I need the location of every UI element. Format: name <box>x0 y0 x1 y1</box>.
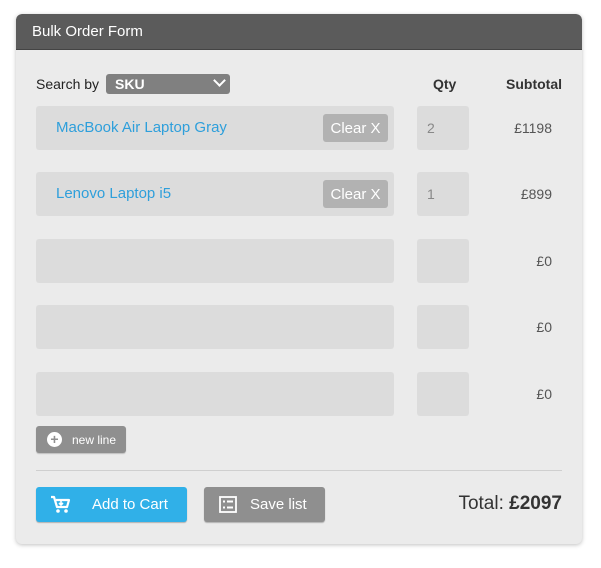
row-subtotal: £0 <box>536 319 552 335</box>
list-icon <box>219 496 237 517</box>
new-line-button[interactable]: + new line <box>36 426 126 453</box>
order-row: Lenovo Laptop i5 Clear X 1 £899 <box>36 172 562 216</box>
add-to-cart-label: Add to Cart <box>92 496 168 513</box>
product-field[interactable]: MacBook Air Laptop Gray Clear X <box>36 106 394 150</box>
qty-input[interactable]: 2 <box>417 106 469 150</box>
order-total: Total: £2097 <box>458 493 562 515</box>
subtotal-column-header: Subtotal <box>506 76 562 92</box>
divider <box>36 470 562 471</box>
product-name[interactable]: MacBook Air Laptop Gray <box>56 119 227 136</box>
total-label: Total: <box>458 493 504 514</box>
product-field[interactable] <box>36 372 394 416</box>
clear-button[interactable]: Clear X <box>323 114 388 142</box>
product-field[interactable] <box>36 239 394 283</box>
product-field[interactable]: Lenovo Laptop i5 Clear X <box>36 172 394 216</box>
qty-input[interactable] <box>417 372 469 416</box>
row-subtotal: £0 <box>536 386 552 402</box>
product-field[interactable] <box>36 305 394 349</box>
chevron-down-icon <box>213 74 226 87</box>
clear-button[interactable]: Clear X <box>323 180 388 208</box>
search-by-select[interactable]: SKU <box>106 74 230 94</box>
search-by-label: Search by <box>36 76 100 92</box>
row-subtotal: £899 <box>520 186 552 202</box>
total-value: £2097 <box>509 493 562 514</box>
qty-input[interactable] <box>417 305 469 349</box>
order-row: £0 <box>36 239 562 283</box>
plus-circle-icon: + <box>47 432 62 447</box>
qty-column-header: Qty <box>433 76 457 92</box>
order-row: £0 <box>36 372 562 416</box>
panel-title: Bulk Order Form <box>16 14 582 50</box>
add-to-cart-button[interactable]: Add to Cart <box>36 487 187 522</box>
save-list-label: Save list <box>250 496 307 513</box>
order-row: MacBook Air Laptop Gray Clear X 2 £1198 <box>36 106 562 150</box>
new-line-label: new line <box>72 433 117 447</box>
cart-icon <box>50 495 72 518</box>
order-row: £0 <box>36 305 562 349</box>
product-name[interactable]: Lenovo Laptop i5 <box>56 185 171 202</box>
bulk-order-panel: Bulk Order Form Search by SKU Qty Subtot… <box>16 14 582 544</box>
qty-input[interactable]: 1 <box>417 172 469 216</box>
header-row: Search by SKU Qty Subtotal <box>36 74 562 96</box>
row-subtotal: £0 <box>536 253 552 269</box>
row-subtotal: £1198 <box>514 120 552 136</box>
qty-input[interactable] <box>417 239 469 283</box>
save-list-button[interactable]: Save list <box>204 487 325 522</box>
search-by-value: SKU <box>115 76 145 92</box>
